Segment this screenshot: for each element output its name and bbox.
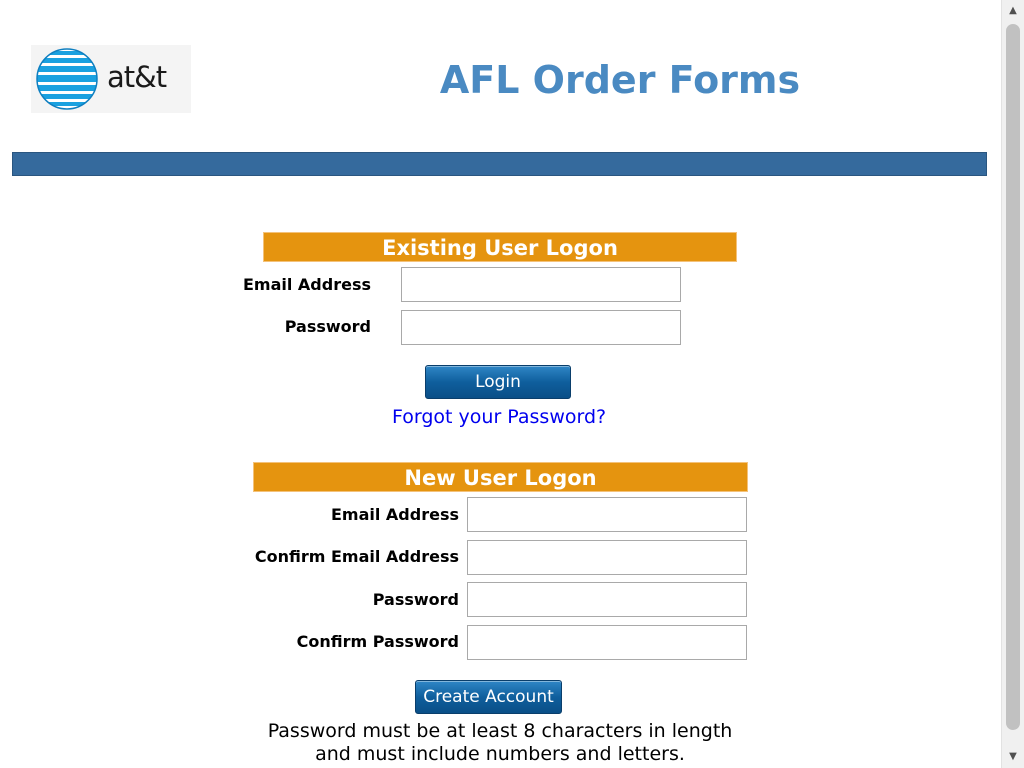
scroll-up-button[interactable]: ▲ — [1002, 2, 1024, 19]
existing-email-label: Email Address — [242, 275, 371, 294]
existing-password-label: Password — [284, 317, 371, 336]
att-logo: at&t — [31, 45, 191, 113]
existing-user-heading: Existing User Logon — [263, 232, 737, 262]
scrollbar-thumb[interactable] — [1006, 24, 1020, 730]
chevron-down-icon: ▼ — [1009, 751, 1017, 762]
new-email-label: Email Address — [330, 505, 459, 524]
confirm-email-input[interactable] — [467, 540, 747, 575]
logo-text: at&t — [107, 60, 167, 94]
header-divider-bar — [12, 152, 987, 176]
existing-password-input[interactable] — [401, 310, 681, 345]
confirm-email-label: Confirm Email Address — [254, 547, 459, 566]
new-user-heading: New User Logon — [253, 462, 748, 492]
password-note-line-1: Password must be at least 8 characters i… — [267, 720, 733, 742]
new-email-input[interactable] — [467, 497, 747, 532]
vertical-scrollbar[interactable]: ▲ ▼ — [1001, 0, 1024, 768]
forgot-password-link[interactable]: Forgot your Password? — [392, 406, 606, 428]
password-requirements-note: Password must be at least 8 characters i… — [200, 720, 800, 766]
chevron-up-icon: ▲ — [1009, 5, 1017, 16]
existing-email-input[interactable] — [401, 267, 681, 302]
new-password-label: Password — [372, 590, 459, 609]
password-note-line-2: and must include numbers and letters. — [315, 743, 685, 765]
create-account-button[interactable]: Create Account — [415, 680, 562, 714]
page: at&t AFL Order Forms Existing User Logon… — [0, 0, 1001, 768]
confirm-password-label: Confirm Password — [296, 632, 459, 651]
scroll-down-button[interactable]: ▼ — [1002, 748, 1024, 765]
att-globe-icon — [36, 48, 98, 110]
page-title: AFL Order Forms — [439, 58, 801, 102]
login-button[interactable]: Login — [425, 365, 571, 399]
confirm-password-input[interactable] — [467, 625, 747, 660]
new-password-input[interactable] — [467, 582, 747, 617]
